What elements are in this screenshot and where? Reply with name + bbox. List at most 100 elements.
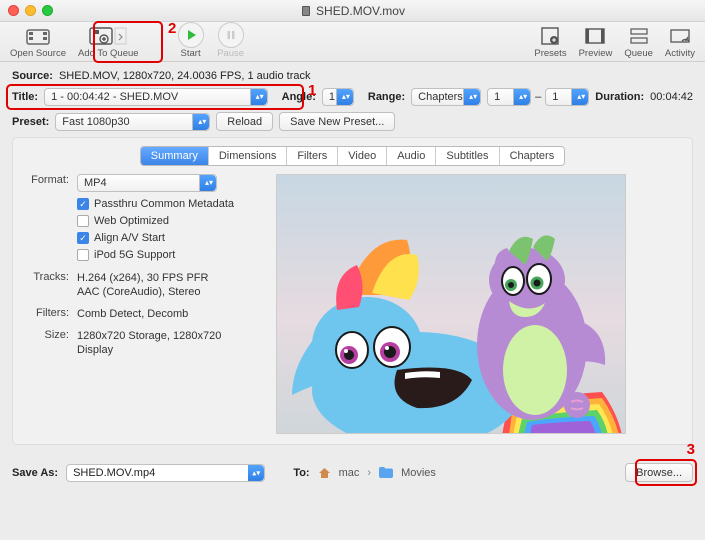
content-area: Source: SHED.MOV, 1280x720, 24.0036 FPS,…	[0, 62, 705, 488]
save-to-label: To:	[293, 467, 309, 479]
chevron-updown-icon: ▴▾	[519, 93, 527, 101]
queue-icon	[628, 24, 650, 48]
angle-select[interactable]: 1 ▴▾	[322, 88, 354, 106]
browse-button[interactable]: Browse...	[625, 463, 693, 482]
range-mode-value: Chapters	[418, 91, 463, 103]
start-label: Start	[181, 48, 201, 59]
format-select[interactable]: MP4 ▴▾	[77, 174, 217, 192]
open-source-label: Open Source	[10, 48, 66, 59]
format-value: MP4	[84, 176, 107, 190]
preview-icon	[584, 24, 606, 48]
tracks-label: Tracks:	[23, 271, 69, 299]
align-checkbox-row: Align A/V Start	[77, 231, 258, 245]
start-button[interactable]: Start	[171, 22, 211, 59]
source-row: Source: SHED.MOV, 1280x720, 24.0036 FPS,…	[12, 70, 693, 82]
presets-label: Presets	[534, 48, 566, 59]
format-label: Format:	[23, 174, 69, 265]
preview-button[interactable]: Preview	[575, 24, 617, 59]
open-source-icon	[25, 24, 51, 48]
home-icon	[318, 467, 331, 479]
filters-value: Comb Detect, Decomb	[77, 307, 258, 321]
preset-value: Fast 1080p30	[62, 116, 129, 128]
add-to-queue-icon	[88, 24, 128, 48]
size-value: 1280x720 Storage, 1280x720 Display	[77, 329, 258, 357]
annotation-number-3: 3	[687, 441, 695, 458]
annotation-number-1: 1	[308, 82, 316, 99]
filters-label: Filters:	[23, 307, 69, 321]
weboptimized-label: Web Optimized	[94, 214, 169, 228]
tab-bar: Summary Dimensions Filters Video Audio S…	[23, 146, 682, 166]
save-path-home[interactable]: mac	[339, 467, 360, 479]
folder-icon	[379, 467, 393, 478]
range-to-select[interactable]: 1 ▴▾	[545, 88, 589, 106]
weboptimized-checkbox[interactable]	[77, 215, 89, 227]
save-new-preset-button[interactable]: Save New Preset...	[279, 112, 395, 131]
tab-dimensions[interactable]: Dimensions	[209, 147, 287, 165]
video-preview	[276, 174, 626, 434]
title-select[interactable]: 1 - 00:04:42 - SHED.MOV ▴▾	[44, 88, 268, 106]
range-dash: –	[535, 91, 541, 103]
queue-button[interactable]: Queue	[620, 24, 657, 59]
range-from-select[interactable]: 1 ▴▾	[487, 88, 531, 106]
size-label: Size:	[23, 329, 69, 357]
range-mode-select[interactable]: Chapters ▴▾	[411, 88, 481, 106]
window-titlebar: SHED.MOV.mov	[0, 0, 705, 22]
title-row: Title: 1 - 00:04:42 - SHED.MOV ▴▾ Angle:…	[12, 88, 693, 106]
open-source-button[interactable]: Open Source	[6, 24, 70, 59]
passthru-checkbox[interactable]	[77, 198, 89, 210]
passthru-label: Passthru Common Metadata	[94, 197, 234, 211]
range-label: Range:	[368, 91, 405, 103]
add-to-queue-button[interactable]: Add To Queue	[74, 24, 143, 59]
tab-summary[interactable]: Summary	[141, 147, 209, 165]
preset-label: Preset:	[12, 116, 49, 128]
save-as-field[interactable]: SHED.MOV.mp4 ▴▾	[66, 464, 265, 482]
preset-select[interactable]: Fast 1080p30 ▴▾	[55, 113, 210, 131]
ipod-label: iPod 5G Support	[94, 248, 175, 262]
window-title-text: SHED.MOV.mov	[316, 4, 405, 18]
main-panel: Summary Dimensions Filters Video Audio S…	[12, 137, 693, 445]
align-checkbox[interactable]	[77, 232, 89, 244]
tab-filters[interactable]: Filters	[287, 147, 338, 165]
pause-button: Pause	[211, 22, 251, 59]
preview-label: Preview	[579, 48, 613, 59]
align-label: Align A/V Start	[94, 231, 165, 245]
presets-button[interactable]: Presets	[530, 24, 570, 59]
chevron-updown-icon: ▴▾	[256, 93, 264, 101]
path-separator: ›	[367, 467, 371, 479]
ipod-checkbox-row: iPod 5G Support	[77, 248, 258, 262]
title-value: 1 - 00:04:42 - SHED.MOV	[51, 91, 178, 103]
chevron-updown-icon: ▴▾	[252, 468, 260, 477]
angle-value: 1	[329, 91, 335, 103]
chevron-updown-icon: ▴▾	[198, 118, 206, 126]
chevron-updown-icon: ▴▾	[577, 93, 585, 101]
title-label: Title:	[12, 91, 38, 103]
activity-button[interactable]: Activity	[661, 24, 699, 59]
source-text: SHED.MOV, 1280x720, 24.0036 FPS, 1 audio…	[59, 70, 311, 82]
tracks-line1: H.264 (x264), 30 FPS PFR	[77, 271, 258, 285]
duration-label: Duration:	[595, 91, 644, 103]
queue-label: Queue	[624, 48, 653, 59]
range-to-value: 1	[552, 91, 558, 103]
document-icon	[300, 5, 312, 17]
chevron-updown-icon: ▴▾	[205, 179, 213, 187]
save-as-label: Save As:	[12, 467, 58, 479]
summary-info: Format: MP4 ▴▾ Passthru Common Metadata	[23, 174, 258, 434]
reload-button[interactable]: Reload	[216, 112, 273, 131]
annotation-number-2: 2	[168, 20, 176, 37]
duration-value: 00:04:42	[650, 91, 693, 103]
tab-audio[interactable]: Audio	[387, 147, 436, 165]
ipod-checkbox[interactable]	[77, 249, 89, 261]
preset-row: Preset: Fast 1080p30 ▴▾ Reload Save New …	[12, 112, 693, 131]
chevron-updown-icon: ▴▾	[469, 93, 477, 101]
tab-subtitles[interactable]: Subtitles	[436, 147, 499, 165]
save-path-folder[interactable]: Movies	[401, 467, 436, 479]
presets-icon	[539, 24, 561, 48]
start-icon	[178, 22, 204, 48]
range-from-value: 1	[494, 91, 500, 103]
tracks-line2: AAC (CoreAudio), Stereo	[77, 285, 258, 299]
activity-label: Activity	[665, 48, 695, 59]
save-row: Save As: SHED.MOV.mp4 ▴▾ To: mac › Movie…	[12, 463, 693, 482]
tab-chapters[interactable]: Chapters	[500, 147, 565, 165]
tab-video[interactable]: Video	[338, 147, 387, 165]
chevron-updown-icon: ▴▾	[342, 93, 350, 101]
